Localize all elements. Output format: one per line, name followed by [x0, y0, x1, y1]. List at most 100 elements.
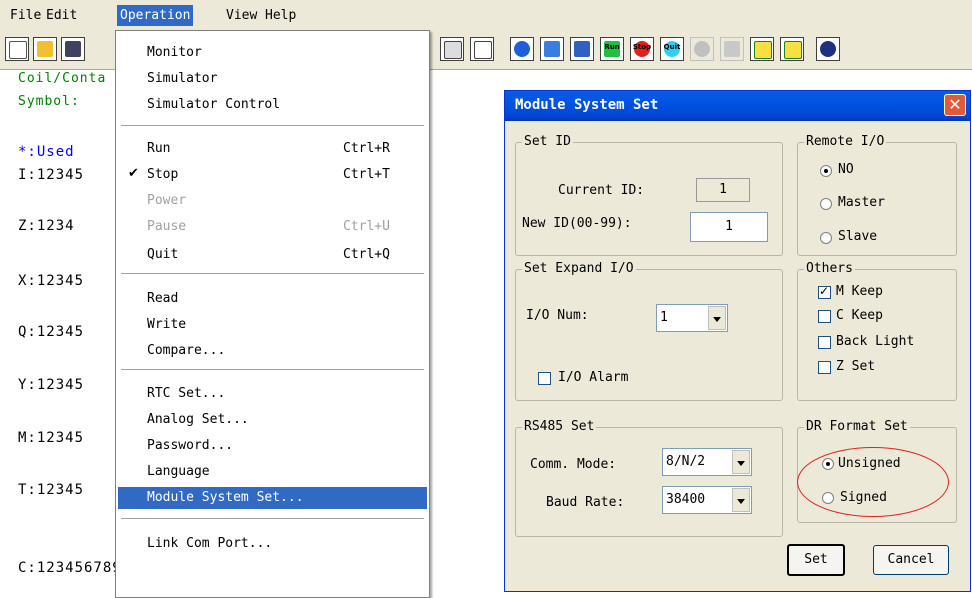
comm-mode-select[interactable]: 8/N/2: [662, 448, 752, 476]
io-num-select[interactable]: 1: [656, 304, 728, 332]
menu-quit[interactable]: Quit Ctrl+Q: [118, 244, 427, 266]
m-keep-checkbox[interactable]: [818, 284, 831, 299]
menu-separator: [121, 369, 424, 371]
c-keep-checkbox[interactable]: [818, 310, 831, 323]
new-id-input[interactable]: 1: [690, 212, 768, 242]
chevron-down-icon: [732, 450, 750, 474]
run-menu-label: Run: [147, 141, 171, 156]
menu-simulator[interactable]: Simulator: [118, 68, 427, 90]
row-x: X:12345: [18, 273, 85, 289]
menu-separator: [121, 273, 424, 275]
menu-help[interactable]: Help: [263, 7, 298, 24]
current-id-value: 1: [719, 182, 727, 197]
ladder-button[interactable]: [470, 37, 494, 61]
menu-power: Power: [118, 190, 427, 212]
rs485-group: RS485 Set Comm. Mode: 8/N/2 Baud Rate: 3…: [515, 419, 783, 537]
pause-label: Pause: [147, 219, 187, 234]
remote-io-master-label: Master: [838, 195, 885, 210]
cancel-button-label: Cancel: [887, 552, 935, 567]
row-t: T:12345: [18, 482, 85, 498]
remote-io-title: Remote I/O: [804, 134, 887, 149]
close-button[interactable]: ✕: [944, 94, 966, 116]
back-light-checkbox[interactable]: [818, 336, 831, 349]
help-button[interactable]: [816, 37, 840, 61]
baud-rate-select[interactable]: 38400: [662, 486, 752, 514]
others-title: Others: [804, 261, 855, 276]
download-icon: [784, 41, 802, 59]
monitor-label: Monitor: [147, 45, 202, 60]
transfer-button[interactable]: [540, 37, 564, 61]
cancel-button[interactable]: Cancel: [873, 545, 949, 575]
menu-separator: [121, 518, 424, 520]
remote-io-no-radio[interactable]: [820, 165, 832, 177]
menu-password[interactable]: Password...: [118, 435, 427, 457]
stop-label: Stop: [632, 43, 652, 51]
menu-compare[interactable]: Compare...: [118, 340, 427, 362]
download-button[interactable]: [780, 37, 804, 61]
io-alarm-label: I/O Alarm: [558, 370, 629, 385]
menu-link-com-port[interactable]: Link Com Port...: [118, 533, 427, 555]
refresh-icon: [514, 41, 530, 57]
menu-edit[interactable]: Edit: [44, 7, 79, 24]
baud-rate-label: Baud Rate:: [546, 495, 625, 510]
tools-button[interactable]: [570, 37, 594, 61]
expand-io-title: Set Expand I/O: [522, 261, 636, 276]
quit-label: Quit: [663, 43, 681, 51]
remote-io-master-radio[interactable]: [820, 198, 832, 210]
stop-menu-label: Stop: [147, 167, 179, 182]
open-button[interactable]: [33, 37, 57, 61]
back-light-label: Back Light: [836, 334, 915, 349]
row-i: I:12345: [18, 167, 85, 183]
menu-simulator-control[interactable]: Simulator Control: [118, 94, 427, 116]
print-icon: [444, 41, 462, 59]
menu-file[interactable]: File: [8, 7, 43, 24]
menu-write[interactable]: Write: [118, 314, 427, 336]
menu-analog-set[interactable]: Analog Set...: [118, 409, 427, 431]
refresh-button[interactable]: [510, 37, 534, 61]
remote-io-no-label: NO: [838, 162, 854, 177]
operation-menu: Monitor Simulator Simulator Control Run C…: [115, 30, 430, 598]
upload-button[interactable]: [750, 37, 774, 61]
row-z: Z:1234: [18, 218, 75, 234]
module-system-set-dialog: Module System Set ✕ Set ID Current ID: 1…: [504, 90, 971, 592]
set-button-label: Set: [804, 552, 828, 567]
menu-monitor[interactable]: Monitor: [118, 42, 427, 64]
menu-rtc-set[interactable]: RTC Set...: [118, 383, 427, 405]
checkmark-icon: ✔: [128, 166, 139, 181]
z-set-checkbox[interactable]: [818, 361, 831, 374]
ladder-icon: [474, 41, 492, 59]
menu-stop[interactable]: ✔ Stop Ctrl+T: [118, 164, 427, 186]
run-shortcut: Ctrl+R: [343, 141, 390, 156]
disabled-arrow-icon: [724, 41, 740, 57]
chevron-down-icon: [732, 488, 750, 512]
run-label: Run: [604, 43, 620, 51]
new-document-button[interactable]: [5, 37, 29, 61]
menu-run[interactable]: Run Ctrl+R: [118, 138, 427, 160]
remote-io-slave-radio[interactable]: [820, 232, 832, 244]
read-label: Read: [147, 291, 179, 306]
menu-module-system-set[interactable]: Module System Set...: [118, 487, 427, 509]
upload-icon: [754, 41, 772, 59]
menu-read[interactable]: Read: [118, 288, 427, 310]
menu-separator: [121, 125, 424, 127]
set-button[interactable]: Set: [787, 544, 845, 576]
io-alarm-checkbox[interactable]: [538, 372, 551, 385]
stop-button[interactable]: Stop: [630, 37, 654, 61]
save-button[interactable]: [61, 37, 85, 61]
run-button[interactable]: Run: [600, 37, 624, 61]
dialog-title-bar[interactable]: Module System Set ✕: [505, 91, 970, 121]
set-id-group: Set ID Current ID: 1 New ID(00-99): 1: [515, 134, 783, 256]
menu-language[interactable]: Language: [118, 461, 427, 483]
menu-view[interactable]: View: [224, 7, 259, 24]
help-icon: [820, 41, 836, 57]
quit-button[interactable]: Quit: [660, 37, 684, 61]
link-com-port-label: Link Com Port...: [147, 536, 273, 551]
compare-label: Compare...: [147, 343, 226, 358]
remote-io-slave-label: Slave: [838, 229, 878, 244]
tools-icon: [574, 41, 590, 57]
password-label: Password...: [147, 438, 234, 453]
rs485-title: RS485 Set: [522, 419, 597, 434]
menu-operation[interactable]: Operation: [117, 5, 194, 26]
rtc-set-label: RTC Set...: [147, 386, 226, 401]
print-button[interactable]: [440, 37, 464, 61]
